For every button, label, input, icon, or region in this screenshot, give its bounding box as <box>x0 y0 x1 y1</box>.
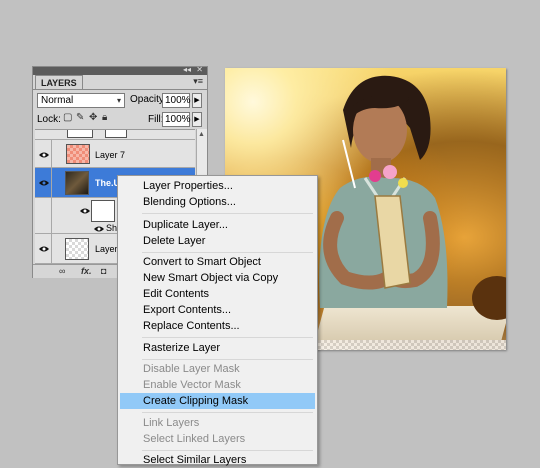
menu-separator <box>142 337 313 338</box>
menu-item-edit-contents[interactable]: Edit Contents <box>120 286 315 302</box>
layer-thumbnail <box>65 238 89 260</box>
menu-separator <box>142 412 313 413</box>
panel-title-bar: ◂◂ ✕ <box>33 65 207 75</box>
chevron-down-icon: ▾ <box>116 96 121 105</box>
tab-divider <box>33 89 207 90</box>
menu-item-new-smart-object-via-copy[interactable]: New Smart Object via Copy <box>120 270 315 286</box>
blend-mode-select[interactable]: Normal ▾ <box>37 93 125 108</box>
lock-position-icon[interactable]: ✥ <box>89 112 97 123</box>
layer-thumbnail <box>66 144 90 164</box>
menu-item-link-layers: Link Layers <box>143 417 200 429</box>
menu-separator <box>142 359 313 360</box>
fx-icon[interactable]: fx. <box>81 265 92 278</box>
layer-name: Layer 7 <box>95 150 126 160</box>
menu-separator <box>142 450 313 451</box>
menu-item-select-linked-layers: Select Linked Layers <box>143 433 246 445</box>
mask-thumbnail <box>91 200 115 222</box>
lock-image-pixels-icon[interactable]: ✎ <box>76 112 84 123</box>
menu-item-disable-layer-mask: Disable Layer Mask <box>143 363 240 375</box>
menu-item-create-clipping-mask[interactable]: Create Clipping Mask <box>120 393 315 409</box>
menu-separator <box>142 213 313 214</box>
menu-item-delete-layer[interactable]: Delete Layer <box>120 233 315 249</box>
menu-item-layer-properties[interactable]: Layer Properties... <box>120 178 315 194</box>
add-mask-icon[interactable]: ◘ <box>101 265 106 278</box>
collapse-icon[interactable]: ◂◂ <box>183 65 191 74</box>
mask-thumbnail <box>105 130 127 138</box>
scroll-up-icon[interactable]: ▲ <box>198 131 205 138</box>
menu-item-replace-contents[interactable]: Replace Contents... <box>120 318 315 334</box>
menu-item-export-contents[interactable]: Export Contents... <box>120 302 315 318</box>
tab-layers[interactable]: LAYERS <box>35 75 83 90</box>
close-icon[interactable]: ✕ <box>196 65 203 74</box>
blend-mode-value: Normal <box>41 95 74 106</box>
eye-icon[interactable] <box>93 224 105 234</box>
layer-thumbnail <box>65 171 89 195</box>
layer-name: Layer <box>95 244 118 254</box>
opacity-input[interactable]: 100% <box>162 93 191 108</box>
eye-icon[interactable] <box>38 244 50 254</box>
menu-item-enable-vector-mask: Enable Vector Mask <box>143 379 241 391</box>
menu-separator <box>142 252 313 253</box>
menu-item-rasterize-layer[interactable]: Rasterize Layer <box>120 340 315 356</box>
eye-icon[interactable] <box>38 178 50 188</box>
fill-slider-button[interactable]: ▶ <box>192 112 202 127</box>
layer-context-menu: Layer Properties... Blending Options... … <box>117 175 318 468</box>
menu-item-convert-to-smart-object[interactable]: Convert to Smart Object <box>120 254 315 270</box>
eye-icon[interactable] <box>79 206 91 216</box>
layer-row-layer-7[interactable]: Layer 7 <box>35 140 195 168</box>
menu-item-blending-options[interactable]: Blending Options... <box>120 194 315 210</box>
fill-input[interactable]: 100% <box>162 112 191 127</box>
layer-row[interactable] <box>35 130 195 140</box>
menu-item-duplicate-layer[interactable]: Duplicate Layer... <box>120 217 315 233</box>
lock-label: Lock: <box>37 114 61 125</box>
lock-all-icon[interactable]: 🔒︎ <box>102 112 107 123</box>
eye-icon[interactable] <box>38 150 50 160</box>
panel-menu-icon[interactable]: ▾≡ <box>193 76 203 87</box>
layer-thumbnail <box>67 130 93 138</box>
visibility-column <box>35 198 52 233</box>
lock-transparent-pixels-icon[interactable]: ▢ <box>63 112 72 123</box>
opacity-slider-button[interactable]: ▶ <box>192 93 202 108</box>
link-layers-icon[interactable]: ∞ <box>59 265 65 278</box>
menu-item-select-similar-layers[interactable]: Select Similar Layers <box>120 452 315 468</box>
